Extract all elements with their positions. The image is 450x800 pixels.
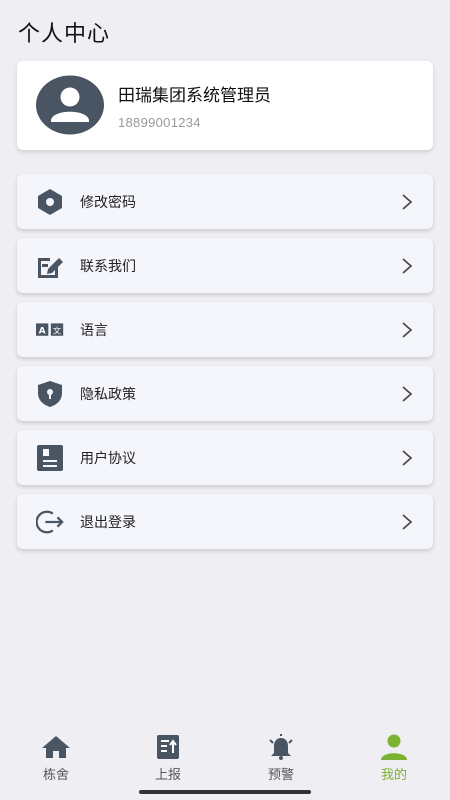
tab-label: 上报 (154, 768, 181, 783)
tab-label: 我的 (380, 768, 407, 783)
hexagon-key-icon (36, 188, 64, 216)
edit-note-icon (36, 252, 64, 280)
menu-item-user-agreement[interactable]: 用户协议 (17, 430, 433, 485)
menu-item-language[interactable]: A 文 语言 (17, 302, 433, 357)
menu-item-logout[interactable]: 退出登录 (17, 494, 433, 549)
user-name: 田瑞集团系统管理员 (118, 86, 271, 106)
chevron-right-icon (402, 514, 413, 530)
menu-item-label: 用户协议 (80, 451, 136, 467)
translate-icon: A 文 (36, 316, 64, 344)
menu-item-privacy-policy[interactable]: 隐私政策 (17, 366, 433, 421)
chevron-right-icon (402, 322, 413, 338)
alarm-bell-icon (269, 734, 293, 760)
report-icon (157, 735, 179, 759)
profile-card[interactable]: 田瑞集团系统管理员 18899001234 (17, 61, 433, 150)
tab-label: 栋舍 (42, 768, 69, 783)
home-icon (42, 736, 70, 758)
page-title: 个人中心 (18, 22, 111, 47)
chevron-right-icon (402, 194, 413, 210)
shield-lock-icon (36, 380, 64, 408)
tab-label: 预警 (267, 768, 294, 783)
menu-item-contact-us[interactable]: 联系我们 (17, 238, 433, 293)
menu-item-label: 退出登录 (80, 515, 136, 531)
tab-mine[interactable]: 我的 (354, 734, 434, 784)
logout-icon (36, 508, 64, 536)
chevron-right-icon (402, 450, 413, 466)
menu-item-label: 联系我们 (80, 259, 136, 275)
tab-report[interactable]: 上报 (128, 734, 208, 784)
svg-text:A: A (39, 326, 46, 336)
bottom-tab-bar: 栋舍 上报 预警 我的 (0, 726, 450, 800)
document-icon (36, 444, 64, 472)
tab-alert[interactable]: 预警 (241, 734, 321, 784)
chevron-right-icon (402, 258, 413, 274)
chevron-right-icon (402, 386, 413, 402)
menu-item-label: 隐私政策 (80, 387, 136, 403)
menu-item-label: 修改密码 (80, 195, 136, 211)
person-icon (381, 734, 407, 760)
user-phone: 18899001234 (118, 115, 201, 130)
home-indicator (139, 790, 311, 794)
avatar-icon (36, 75, 104, 135)
menu-item-label: 语言 (80, 323, 108, 339)
svg-text:文: 文 (53, 325, 61, 335)
menu-item-change-password[interactable]: 修改密码 (17, 174, 433, 229)
tab-building[interactable]: 栋舍 (16, 734, 96, 784)
